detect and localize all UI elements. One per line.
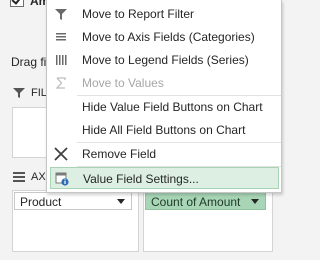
field-settings-icon (55, 172, 69, 186)
menu-item-label: Move to Report Filter (82, 7, 195, 21)
menu-item-hide-value-field-buttons[interactable]: Hide Value Field Buttons on Chart (47, 96, 281, 118)
axis-label-text: AX (31, 171, 46, 183)
values-field-button[interactable]: Count of Amount (145, 192, 266, 210)
columns-icon (56, 55, 67, 65)
menu-item-move-to-values: Move to Values (47, 72, 281, 94)
values-field-label: Count of Amount (151, 195, 241, 209)
menu-item-label: Move to Axis Fields (Categories) (82, 30, 255, 44)
menu-item-move-to-axis-fields[interactable]: Move to Axis Fields (Categories) (47, 26, 281, 48)
filters-label-text: FIL (31, 87, 47, 99)
menu-item-label: Hide All Field Buttons on Chart (82, 123, 246, 137)
field-context-menu: Move to Report Filter Move to Axis Field… (46, 0, 282, 193)
menu-item-move-to-report-filter[interactable]: Move to Report Filter (47, 3, 281, 25)
dropdown-arrow-icon[interactable] (251, 199, 259, 204)
menu-item-label: Move to Legend Fields (Series) (82, 53, 249, 67)
menu-item-value-field-settings[interactable]: Value Field Settings... (50, 167, 279, 189)
check-icon (11, 0, 23, 5)
menu-item-label: Remove Field (82, 147, 157, 161)
axis-field-button[interactable]: Product (14, 192, 132, 210)
field-name: Am (30, 0, 46, 8)
axis-field-label: Product (20, 195, 62, 209)
field-list-item[interactable]: Am (6, 0, 46, 11)
menu-item-label: Move to Values (82, 76, 164, 90)
rows-icon (56, 33, 66, 41)
menu-item-label: Value Field Settings... (83, 172, 199, 186)
menu-item-hide-all-field-buttons[interactable]: Hide All Field Buttons on Chart (47, 119, 281, 141)
dropdown-arrow-icon[interactable] (117, 199, 125, 204)
menu-item-remove-field[interactable]: Remove Field (47, 143, 281, 165)
menu-item-label: Hide Value Field Buttons on Chart (82, 100, 263, 114)
menu-item-move-to-legend-fields[interactable]: Move to Legend Fields (Series) (47, 49, 281, 71)
filter-icon (55, 9, 67, 20)
rows-icon (13, 172, 25, 183)
sigma-icon (55, 77, 66, 89)
drag-fields-hint: Drag fi (11, 55, 47, 69)
filter-icon (13, 88, 25, 99)
remove-icon (54, 147, 68, 161)
filters-area-label: FIL (13, 87, 47, 99)
axis-area-label: AX (13, 171, 46, 183)
field-checkbox[interactable] (10, 0, 24, 7)
